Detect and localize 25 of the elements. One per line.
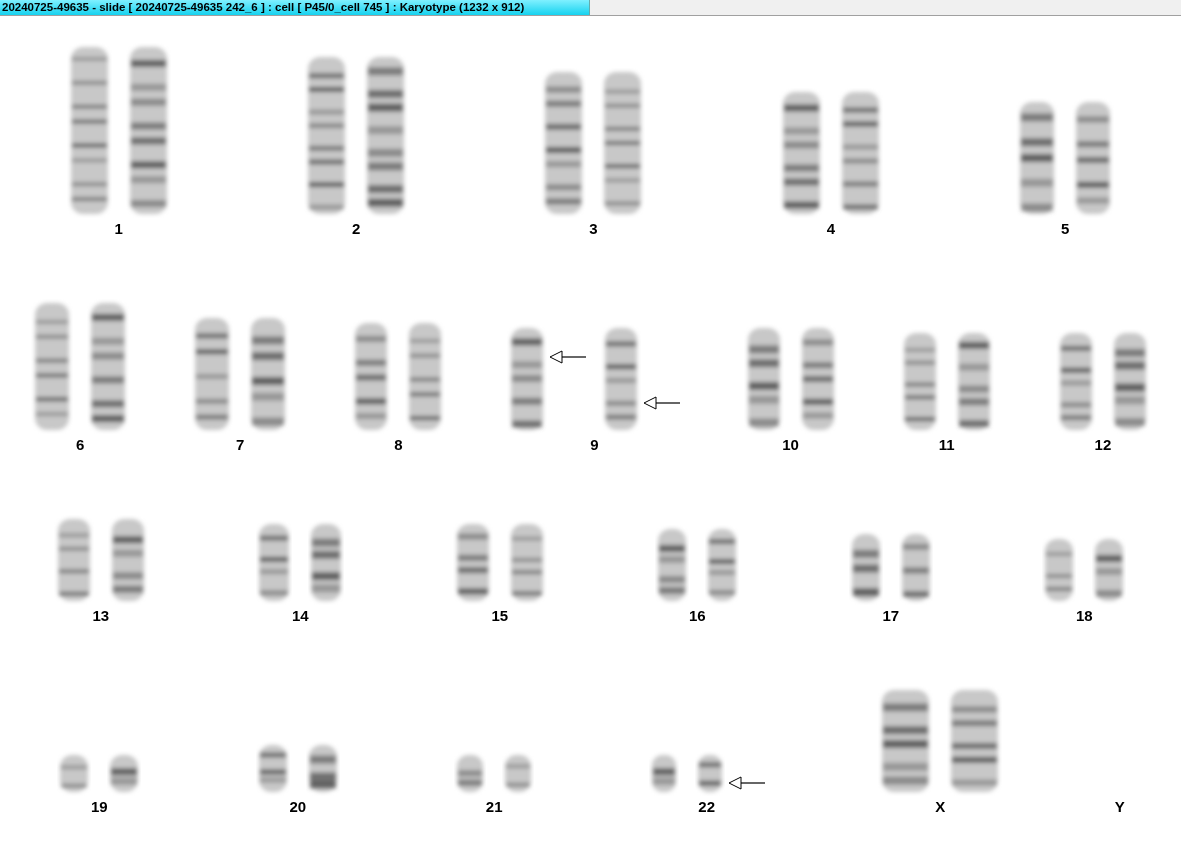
chromosome-label: 4 (826, 220, 836, 238)
chromosome-label: 3 (589, 220, 598, 238)
chromosome-label: 5 (1061, 220, 1070, 238)
chromosome-label: 13 (92, 607, 110, 625)
chromosome-label: 11 (938, 436, 955, 454)
chromosome-label: 17 (882, 607, 900, 625)
chromosome-label: 15 (491, 607, 509, 625)
chromosome-label: Y (1114, 798, 1125, 816)
chromosome-label: 14 (291, 607, 309, 625)
chromosome-label: 1 (114, 220, 123, 238)
chromosome-label: 22 (698, 798, 716, 816)
chromosome-label: 9 (590, 436, 599, 454)
chromosome-label: 2 (351, 220, 361, 238)
chromosome-label: 18 (1075, 607, 1093, 625)
chromosome-label: 16 (688, 607, 706, 625)
chromosome-label: 10 (782, 436, 799, 454)
chromosome-label: 8 (394, 436, 403, 454)
chromosome-label: 20 (289, 798, 307, 816)
chromosome-label: X (935, 798, 946, 816)
chromosome-label: 19 (90, 798, 108, 816)
chromosome-label: 12 (1094, 436, 1112, 454)
chromosome-label: 7 (236, 436, 245, 454)
chromosome-label: 6 (75, 436, 85, 454)
chromosome-label: 21 (485, 798, 503, 816)
window-title: 20240725-49635 - slide [ 20240725-49635 242_6 ] : cell [ P45/0_cell 745 ] : Karyotype (1232 x 912) (0, 0, 590, 15)
